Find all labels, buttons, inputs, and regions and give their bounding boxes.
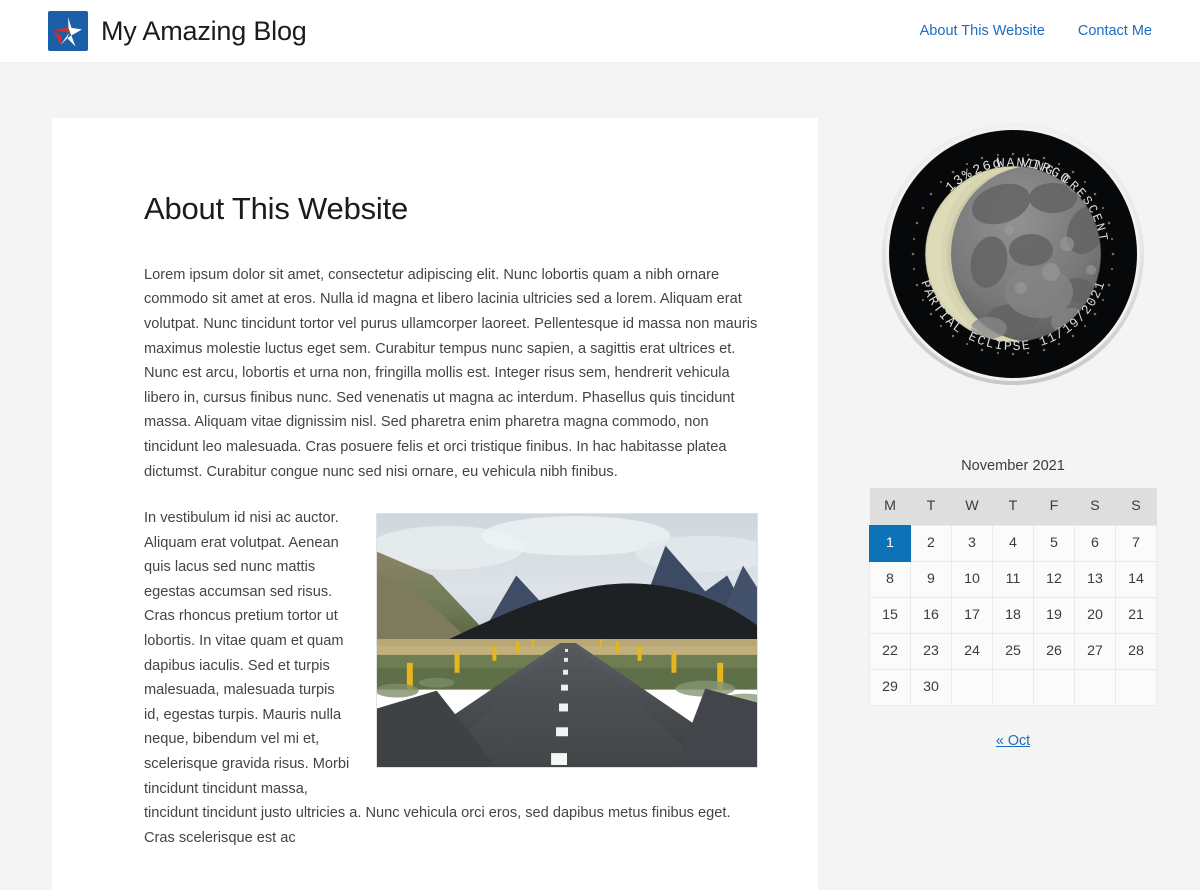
calendar-table: M T W T F S S 1 2 3 4 5 6 7 8 9 10 11 12 13 14 15 16 17 1… [869, 488, 1157, 706]
calendar-day-14[interactable]: 14 [1115, 560, 1157, 598]
calendar-day-21[interactable]: 21 [1115, 596, 1157, 634]
site-branding-link[interactable]: My Amazing Blog [48, 11, 307, 51]
primary-navigation: About This Website Contact Me [920, 23, 1152, 39]
calendar-day-15[interactable]: 15 [869, 596, 911, 634]
calendar-day-11[interactable]: 11 [992, 560, 1034, 598]
nav-link-about-this-website[interactable]: About This Website [920, 23, 1045, 39]
moon-phase-dial[interactable]: 13% 26d VIRGO WANING CRESCENT PARTIAL EC… [881, 122, 1145, 386]
calendar-weekday-sun: S [1115, 488, 1157, 525]
calendar-day-empty [1115, 668, 1157, 706]
article-about-this-website: About This Website Lorem ipsum dolor sit… [144, 190, 758, 850]
calendar-day-26[interactable]: 26 [1033, 632, 1075, 670]
calendar-day-27[interactable]: 27 [1074, 632, 1116, 670]
main-content-card: About This Website Lorem ipsum dolor sit… [52, 118, 818, 890]
road-through-mountains-photo [376, 513, 758, 769]
calendar-day-8[interactable]: 8 [869, 560, 911, 598]
calendar-day-19[interactable]: 19 [1033, 596, 1075, 634]
sidebar: 13% 26d VIRGO WANING CRESCENT PARTIAL EC… [863, 118, 1163, 750]
calendar-day-2[interactable]: 2 [910, 524, 952, 562]
calendar-week-row: 8 9 10 11 12 13 14 [869, 560, 1157, 598]
calendar-day-empty [1033, 668, 1075, 706]
calendar-week-row: 22 23 24 25 26 27 28 [869, 632, 1157, 670]
calendar-weekday-wed: W [951, 488, 993, 525]
calendar-week-row: 29 30 [869, 668, 1157, 706]
page-wrapper: About This Website Lorem ipsum dolor sit… [0, 63, 1200, 890]
calendar-day-23[interactable]: 23 [910, 632, 952, 670]
calendar-day-30[interactable]: 30 [910, 668, 952, 706]
widget-moon-phase: 13% 26d VIRGO WANING CRESCENT PARTIAL EC… [863, 122, 1163, 386]
article-body: Lorem ipsum dolor sit amet, consectetur … [144, 263, 758, 851]
calendar-weekday-mon: M [869, 488, 911, 525]
calendar-day-6[interactable]: 6 [1074, 524, 1116, 562]
widget-calendar: November 2021 M T W T F S S 1 2 3 4 5 6 7 8 9 10 1… [869, 396, 1157, 750]
calendar-day-3[interactable]: 3 [951, 524, 993, 562]
calendar-day-16[interactable]: 16 [910, 596, 952, 634]
calendar-body: 1 2 3 4 5 6 7 8 9 10 11 12 13 14 15 16 17 18 19 20 21 22 23 24 2… [869, 524, 1157, 706]
calendar-week-row: 1234567 [869, 524, 1157, 562]
calendar-weekday-fri: F [1033, 488, 1075, 525]
calendar-day-17[interactable]: 17 [951, 596, 993, 634]
calendar-prev-month-link[interactable]: « Oct [996, 733, 1030, 749]
calendar-day-9[interactable]: 9 [910, 560, 952, 598]
calendar-day-empty [1074, 668, 1116, 706]
article-paragraph-1: Lorem ipsum dolor sit amet, consectetur … [144, 266, 758, 480]
calendar-day-4[interactable]: 4 [992, 524, 1034, 562]
calendar-weekday-tue: T [910, 488, 952, 525]
calendar-day-22[interactable]: 22 [869, 632, 911, 670]
calendar-day-10[interactable]: 10 [951, 560, 993, 598]
calendar-day-25[interactable]: 25 [992, 632, 1034, 670]
star-logo-icon [48, 11, 88, 51]
page-title: About This Website [144, 191, 409, 226]
calendar-day-29[interactable]: 29 [869, 668, 911, 706]
calendar-day-24[interactable]: 24 [951, 632, 993, 670]
nav-link-contact-me[interactable]: Contact Me [1078, 23, 1152, 39]
calendar-day-7[interactable]: 7 [1115, 524, 1157, 562]
calendar-day-18[interactable]: 18 [992, 596, 1034, 634]
calendar-weekday-sat: S [1074, 488, 1116, 525]
calendar-week-row: 15 16 17 18 19 20 21 [869, 596, 1157, 634]
calendar-day-empty [992, 668, 1034, 706]
site-header: My Amazing Blog About This Website Conta… [0, 0, 1200, 63]
calendar-day-12[interactable]: 12 [1033, 560, 1075, 598]
calendar-day-20[interactable]: 20 [1074, 596, 1116, 634]
calendar-day-28[interactable]: 28 [1115, 632, 1157, 670]
calendar-header-row: M T W T F S S [869, 488, 1157, 525]
calendar-day-1[interactable]: 1 [869, 524, 911, 562]
site-title: My Amazing Blog [101, 15, 307, 46]
calendar-day-empty [951, 668, 993, 706]
calendar-day-5[interactable]: 5 [1033, 524, 1075, 562]
calendar-navigation: « Oct [869, 706, 1157, 750]
calendar-weekday-thu: T [992, 488, 1034, 525]
calendar-caption: November 2021 [961, 458, 1065, 474]
calendar-day-13[interactable]: 13 [1074, 560, 1116, 598]
